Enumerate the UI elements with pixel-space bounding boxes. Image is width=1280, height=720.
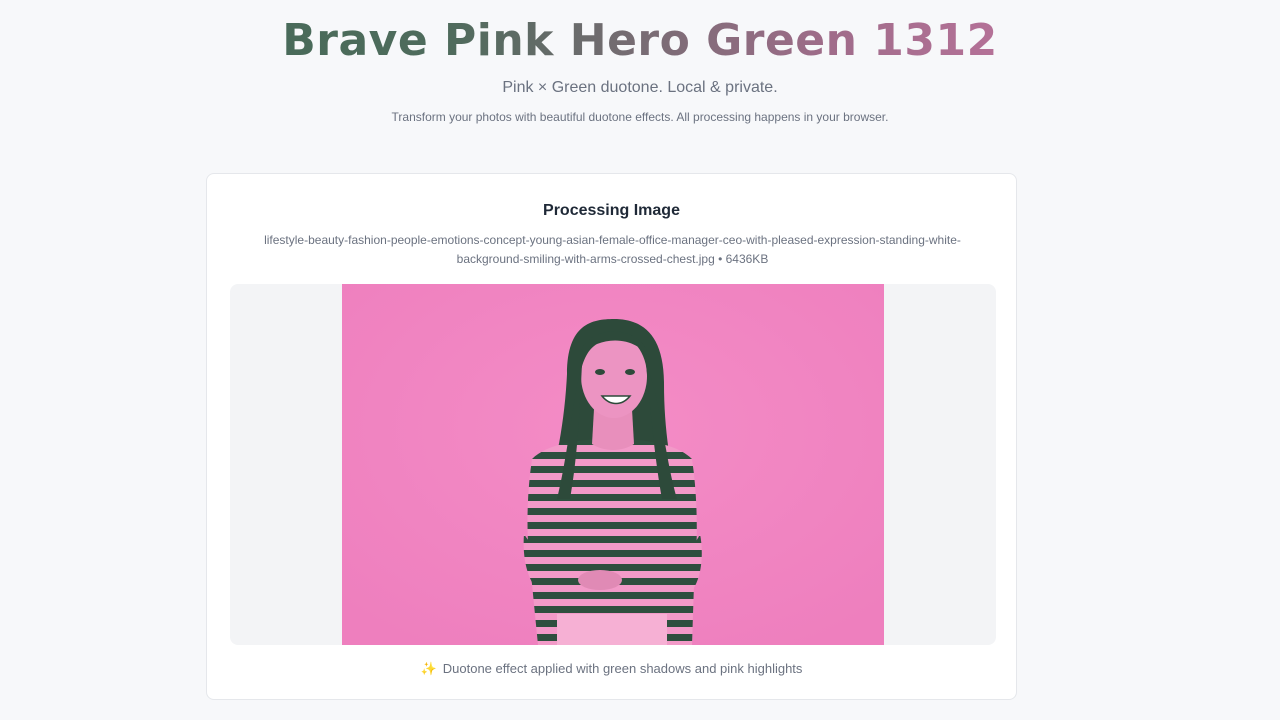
app-title: Brave Pink Hero Green 1312: [0, 14, 1280, 68]
status-message: ✨ Duotone effect applied with green shado…: [207, 661, 1016, 677]
image-preview-area: [230, 284, 996, 645]
status-text: Duotone effect applied with green shadow…: [442, 661, 803, 676]
description: Transform your photos with beautiful duo…: [391, 110, 889, 124]
duotone-portrait: [342, 284, 884, 645]
card-title: Processing Image: [543, 202, 680, 219]
duotone-image: [342, 284, 884, 645]
tagline: Pink × Green duotone. Local & private.: [502, 79, 778, 96]
file-info: lifestyle-beauty-fashion-people-emotions…: [264, 233, 961, 266]
sparkle-icon: ✨: [420, 661, 437, 676]
processing-card: Processing Image lifestyle-beauty-fashio…: [206, 173, 1017, 700]
